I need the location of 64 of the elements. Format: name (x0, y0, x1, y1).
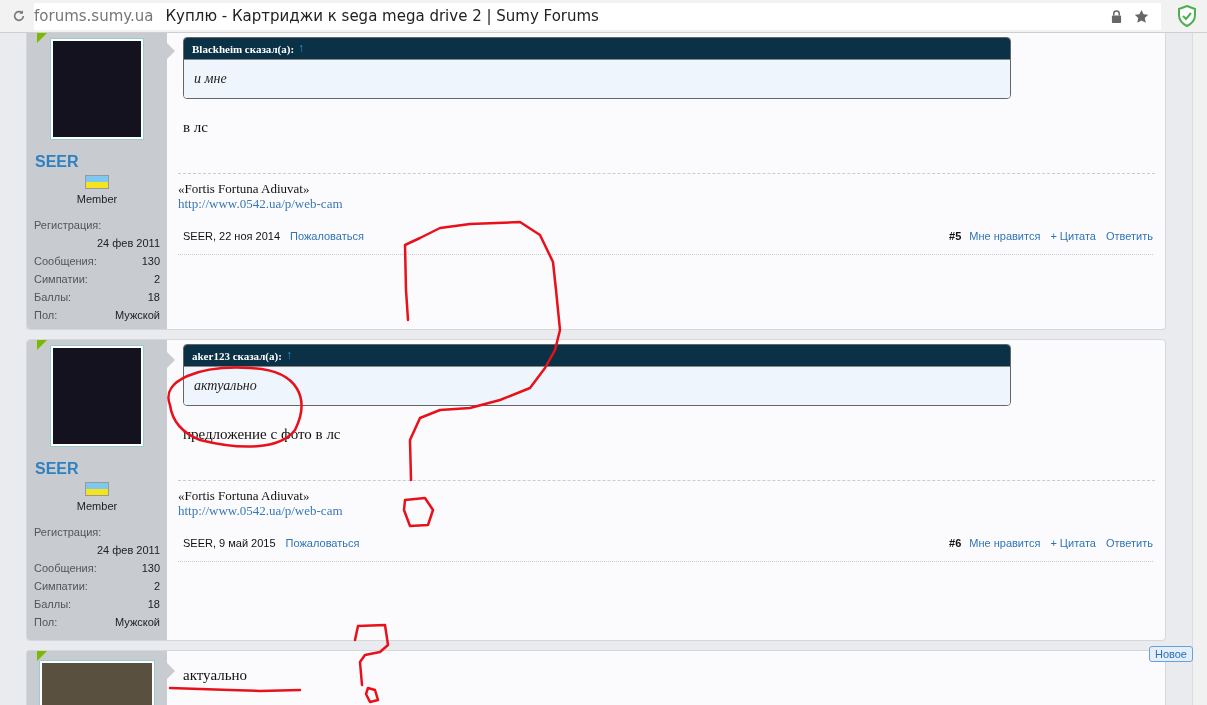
stat-value: Мужской (115, 616, 160, 629)
stat-value: 24 фев 2011 (97, 237, 160, 250)
like-link[interactable]: Мне нравится (969, 230, 1041, 242)
flag-icon (85, 482, 109, 496)
stat-value: Мужской (115, 309, 160, 322)
report-link[interactable]: Пожаловаться (285, 537, 360, 549)
username-link[interactable]: SEER (35, 153, 79, 171)
like-link[interactable]: Мне нравится (969, 537, 1041, 549)
stat-label: Баллы: (34, 598, 72, 611)
signature-text: «Fortis Fortuna Adiuvat» (178, 181, 311, 196)
quote-link[interactable]: + Цитата (1050, 230, 1096, 242)
quote-text: и мне (194, 71, 227, 87)
stat-label: Сообщения: (34, 255, 97, 268)
signature-link[interactable]: http://www.0542.ua/p/web-cam (178, 503, 1155, 518)
stat-label: Регистрация: (34, 219, 103, 232)
stat-value: 130 (141, 255, 160, 268)
new-badge: Новое (1148, 646, 1193, 662)
post-author-date: SEER, 22 ноя 2014 (183, 230, 281, 242)
report-link[interactable]: Пожаловаться (290, 230, 364, 242)
star-icon[interactable] (1134, 8, 1149, 24)
avatar-photo-placeholder[interactable] (51, 39, 143, 139)
signature-text: «Fortis Fortuna Adiuvat» (178, 488, 311, 503)
dot-scribble (364, 686, 380, 704)
post-number-link[interactable]: #5 (949, 230, 962, 242)
stat-value: 2 (153, 273, 160, 286)
flag-icon (85, 175, 109, 189)
message-text: актуально (183, 667, 249, 684)
quote-link[interactable]: + Цитата (1050, 537, 1096, 549)
stat-label: Пол: (34, 616, 58, 629)
reload-icon[interactable] (12, 9, 26, 23)
lock-icon (1111, 9, 1122, 23)
message-text: в лс (183, 119, 209, 137)
address-bar[interactable]: forums.sumy.ua Куплю - Картриджи к sega mega drive 2 | Sumy Forums (34, 2, 1161, 30)
post-author-date: SEER, 9 май 2015 (183, 537, 276, 549)
stat-value: 24 фев 2011 (97, 544, 160, 557)
post-number-link[interactable]: #6 (949, 537, 962, 549)
stat-value: 2 (153, 580, 160, 593)
stat-label: Сообщения: (34, 562, 97, 575)
jump-to-quote-link[interactable]: ↑ (285, 348, 292, 363)
reply-link[interactable]: Ответить (1105, 230, 1153, 242)
stat-label: Регистрация: (34, 526, 103, 539)
stat-value: 130 (141, 562, 160, 575)
stat-label: Симпатии: (34, 580, 88, 593)
stat-label: Симпатии: (34, 273, 88, 286)
shield-icon[interactable] (1177, 5, 1197, 27)
jump-to-quote-link[interactable]: ↑ (298, 41, 305, 56)
quote-author: Blackheim сказал(а): (192, 42, 295, 55)
stat-label: Баллы: (34, 291, 72, 304)
quote-text: актуально (194, 378, 257, 394)
question-mark-scribble (353, 623, 390, 687)
stat-value: 18 (147, 598, 160, 611)
stat-value: 18 (147, 291, 160, 304)
dot-scribble (402, 496, 435, 528)
signature-link[interactable]: http://www.0542.ua/p/web-cam (178, 196, 1155, 211)
page-title: Куплю - Картриджи к sega mega drive 2 | Sumy Forums (165, 7, 599, 25)
stat-label: Пол: (34, 309, 58, 322)
user-title: Member (76, 500, 118, 512)
avatar-photo-placeholder[interactable] (51, 346, 143, 446)
reply-link[interactable]: Ответить (1105, 537, 1153, 549)
username-link[interactable]: SEER (35, 460, 79, 478)
url-domain: forums.sumy.ua (34, 7, 154, 25)
quote-author: aker123 сказал(а): (192, 349, 282, 362)
scrollbar[interactable] (1192, 33, 1207, 705)
user-title: Member (76, 193, 118, 205)
